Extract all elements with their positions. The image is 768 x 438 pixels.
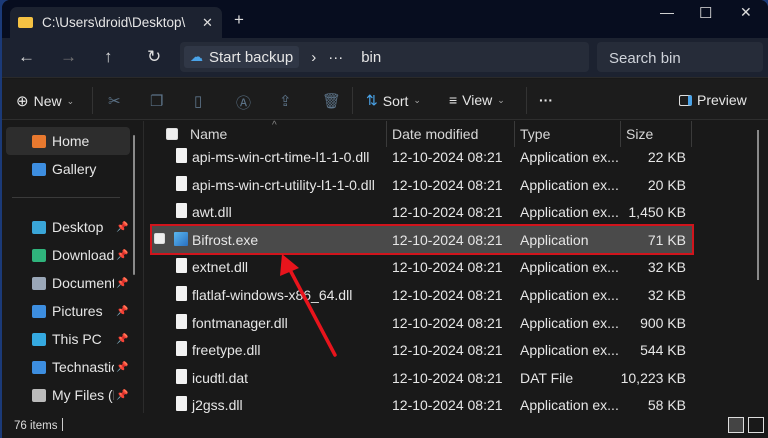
- file-explorer-window: C:\Users\droid\Desktop\ ✕ + — ☐ ✕ ← → ↑ …: [2, 0, 768, 438]
- divider: [62, 418, 63, 431]
- item-count: 76 items: [14, 420, 58, 432]
- annotation-arrow: [280, 254, 337, 357]
- tiles-view-button[interactable]: [748, 417, 764, 433]
- status-bar: 76 items: [2, 413, 768, 438]
- details-view-button[interactable]: [728, 417, 744, 433]
